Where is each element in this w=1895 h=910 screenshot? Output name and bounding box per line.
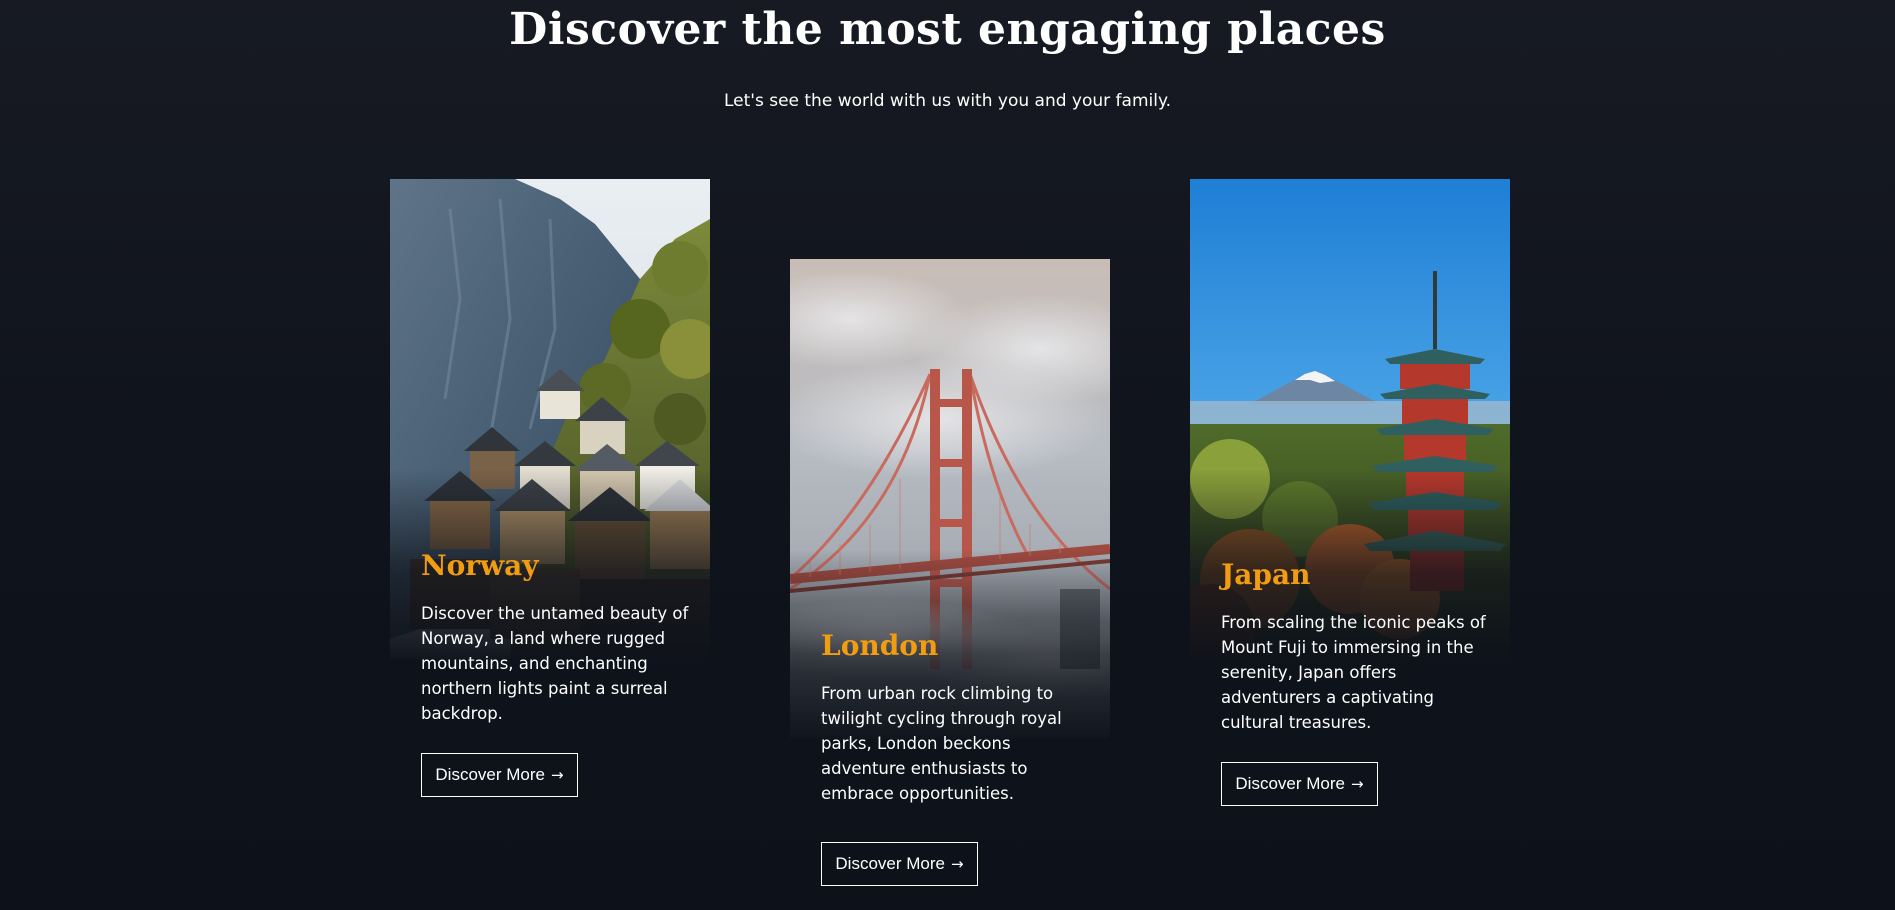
destination-card-norway: Norway Discover the untamed beauty of No… — [390, 179, 710, 799]
arrow-right-icon: → — [951, 855, 964, 873]
arrow-right-icon: → — [1351, 775, 1364, 793]
card-description-norway: Discover the untamed beauty of Norway, a… — [421, 604, 689, 723]
discover-more-button-norway[interactable]: Discover More → — [421, 753, 578, 797]
card-description-japan: From scaling the iconic peaks of Mount F… — [1221, 613, 1486, 732]
discover-more-button-london[interactable]: Discover More → — [821, 842, 978, 886]
card-title-london: London — [821, 629, 939, 662]
card-title-japan: Japan — [1221, 558, 1311, 591]
discover-more-label: Discover More — [435, 765, 545, 784]
page-subtitle: Let's see the world with us with you and… — [723, 91, 1171, 111]
discover-more-button-japan[interactable]: Discover More → — [1221, 762, 1378, 806]
destination-card-japan: Japan From scaling the iconic peaks of M… — [1190, 179, 1510, 809]
destination-card-london: London From urban rock climbing to twili… — [790, 259, 1110, 889]
discover-more-label: Discover More — [835, 854, 945, 873]
card-description-london: From urban rock climbing to twilight cyc… — [821, 684, 1062, 803]
discover-more-label: Discover More — [1235, 774, 1345, 793]
page-title: Discover the most engaging places — [509, 4, 1386, 55]
card-title-norway: Norway — [421, 549, 539, 582]
arrow-right-icon: → — [551, 766, 564, 784]
